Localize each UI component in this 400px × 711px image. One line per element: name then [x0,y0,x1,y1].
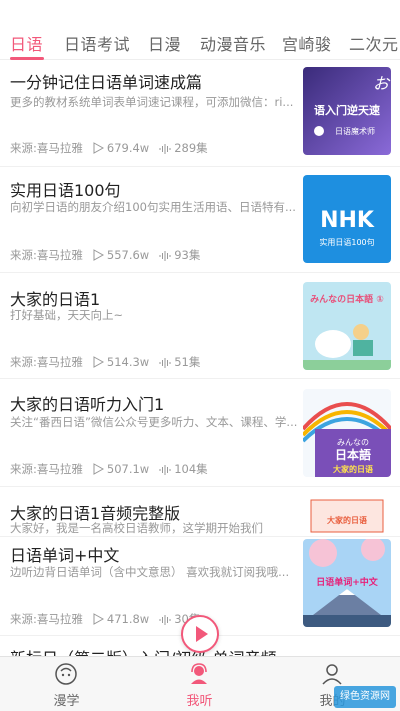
item-cover-image: 大家的日语 [303,496,391,536]
item-description: 向初学日语的朋友介绍100句实用生活用语、日语特有... [10,200,296,214]
list-item[interactable]: 一分钟记住日语单词速成篇 更多的教材系统单词表单词速记课程，可添加微信：ri..… [0,61,400,167]
play-count-icon [93,142,104,154]
item-episode-count: 93集 [174,248,201,262]
svg-text:みんなの日本語 ①: みんなの日本語 ① [310,293,384,305]
now-playing-button[interactable] [181,615,219,653]
item-source: 来源:喜马拉雅 [10,248,83,262]
item-episode-count: 289集 [174,141,208,155]
tab-anime-music[interactable]: 动漫音乐 [200,31,266,55]
svg-text:NHK: NHK [320,208,375,233]
item-title: 日语单词+中文 [10,546,120,565]
episodes-icon [159,250,171,261]
item-description: 更多的教材系统单词表单词速记课程，可添加微信：ri... [10,95,294,109]
item-source: 来源:喜马拉雅 [10,141,83,155]
item-title: 一分钟记住日语单词速成篇 [10,73,203,92]
episodes-icon [159,614,171,625]
svg-text:日语魔术师: 日语魔术师 [335,126,375,136]
list-item[interactable]: 大家的日语听力入门1 关注“番西日语”微信公众号更多听力、文本、课程、学... … [0,379,400,487]
item-meta: 来源:喜马拉雅 471.8w 30集 [10,611,200,627]
svg-text:大家的日语: 大家的日语 [333,464,373,474]
svg-text:大家的日语: 大家的日语 [327,515,367,525]
item-cover-image: 日语单词+中文 [303,539,391,627]
item-play-count: 514.3w [106,355,150,369]
item-meta: 来源:喜马拉雅 507.1w 104集 [10,461,208,477]
play-icon [196,626,208,642]
nav-label: 我听 [186,694,213,709]
item-meta: 来源:喜马拉雅 557.6w 93集 [10,247,200,263]
item-meta: 来源:喜马拉雅 514.3w 51集 [10,354,200,370]
user-icon [322,664,342,685]
svg-text:日本語: 日本語 [335,447,371,462]
item-title: 大家的日语听力入门1 [10,395,165,414]
play-count-icon [93,249,104,261]
play-count-icon [93,613,104,625]
item-description: 边听边背日语单词（含中文意思） 喜欢我就订阅我哦... [10,565,290,579]
episodes-icon [159,143,171,154]
svg-text:语入门逆天速: 语入门逆天速 [314,103,380,117]
svg-text:お: お [373,74,391,93]
item-play-count: 507.1w [106,462,150,476]
item-meta: 来源:喜马拉雅 679.4w 289集 [10,140,208,156]
item-cover-image: みんなの 日本語 大家的日语 [303,389,391,477]
item-cover-image: みんなの日本語 ① [303,282,391,370]
watermark-logo: 绿色资源网 [334,686,396,708]
episodes-icon [159,464,171,475]
face-icon [55,663,77,685]
headphone-user-icon [191,663,207,684]
item-description: 打好基础，天天向上~ [10,308,124,322]
nav-label: 漫学 [53,694,80,709]
tab-japanese-manga[interactable]: 日漫 [148,31,181,55]
nav-item-wo-ting[interactable]: 我听 [133,657,266,711]
item-play-count: 679.4w [106,141,150,155]
active-tab-indicator [10,57,44,60]
episodes-icon [159,357,171,368]
list-item[interactable]: 大家的日语1音频完整版 大家好，我是一名高校日语教师，这学期开始我们 大家的日语 [0,487,400,537]
item-cover-image: お 语入门逆天速 日语魔术师 [303,67,391,155]
nav-item-manxue[interactable]: 漫学 [0,657,133,711]
tab-acg[interactable]: 二次元 [349,31,399,55]
item-play-count: 557.6w [106,248,150,262]
item-episode-count: 51集 [174,355,201,369]
tab-japanese[interactable]: 日语 [10,31,43,55]
item-source: 来源:喜马拉雅 [10,355,83,369]
item-source: 来源:喜马拉雅 [10,462,83,476]
svg-text:日语单词+中文: 日语单词+中文 [316,576,379,588]
tab-japanese-exam[interactable]: 日语考试 [64,31,130,55]
tab-miyazaki[interactable]: 宫崎骏 [282,31,332,55]
list-item[interactable]: 大家的日语1 打好基础，天天向上~ 来源:喜马拉雅 514.3w 51集 みんな… [0,273,400,379]
category-tabs: 日语 日语考试 日漫 动漫音乐 宫崎骏 二次元 [0,0,400,60]
svg-text:みんなの: みんなの [337,438,369,447]
list-item[interactable]: 实用日语100句 向初学日语的朋友介绍100句实用生活用语、日语特有... 来源… [0,167,400,273]
item-title: 实用日语100句 [10,181,121,200]
item-source: 来源:喜马拉雅 [10,612,83,626]
svg-text:实用日语100句: 实用日语100句 [319,237,374,247]
play-count-icon [93,356,104,368]
play-count-icon [93,463,104,475]
item-description: 大家好，我是一名高校日语教师，这学期开始我们 [10,521,263,535]
item-description: 关注“番西日语”微信公众号更多听力、文本、课程、学... [10,415,298,429]
item-episode-count: 104集 [174,462,208,476]
item-play-count: 471.8w [106,612,150,626]
item-title: 新标日（第二版）入门/初级 单词音频 [10,645,276,656]
item-cover-image: NHK 实用日语100句 [303,175,391,263]
